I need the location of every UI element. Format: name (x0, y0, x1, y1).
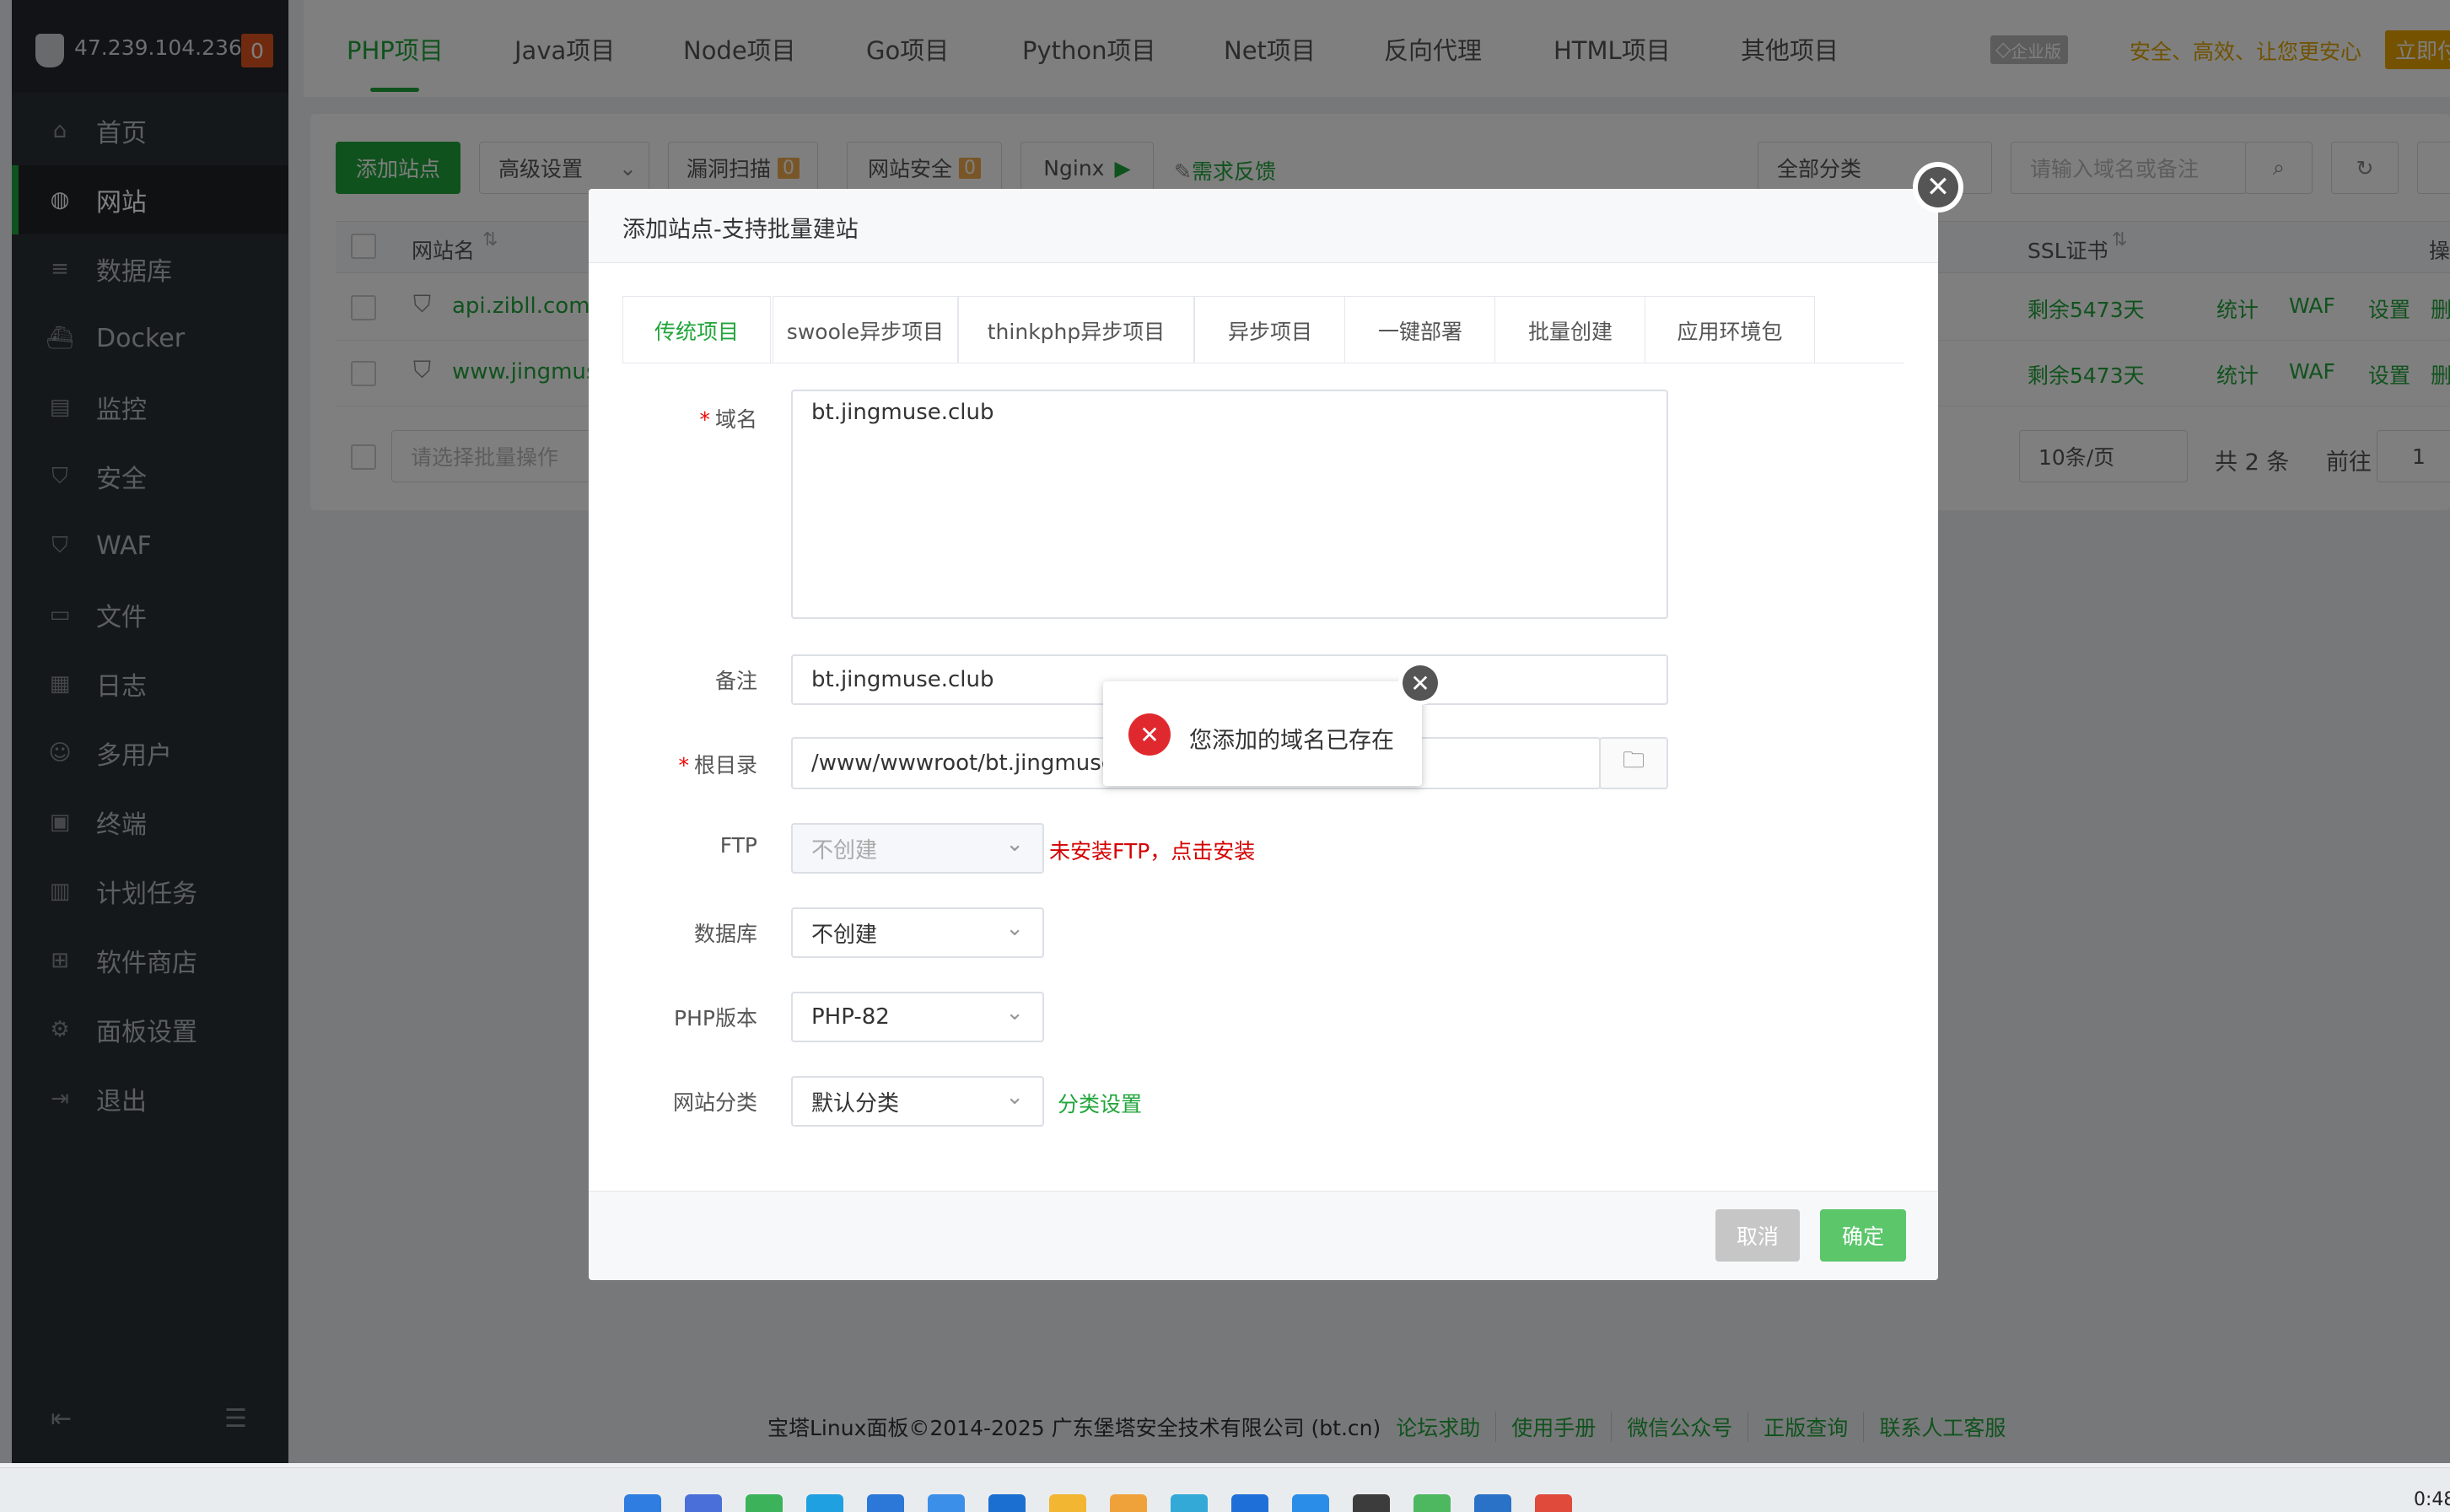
taskbar-app-icon[interactable] (624, 1494, 661, 1512)
close-icon: ✕ (1918, 167, 1958, 207)
root-dir-label: * 根目录 (678, 753, 757, 778)
dialog-tab-3[interactable]: 异步项目 (1194, 296, 1346, 363)
dialog-tab-2[interactable]: thinkphp异步项目 (958, 296, 1194, 363)
taskbar-app-icon[interactable] (1413, 1494, 1451, 1512)
os-taskbar (0, 1467, 2450, 1512)
database-select[interactable]: 不创建 (791, 907, 1044, 958)
taskbar-app-icon[interactable] (1231, 1494, 1268, 1512)
dialog-tab-0[interactable]: 传统项目 (622, 296, 771, 363)
taskbar-app-icon[interactable] (1292, 1494, 1329, 1512)
browse-folder-button[interactable]: 🗀 (1599, 737, 1668, 789)
php-version-label: PHP版本 (674, 1006, 757, 1030)
taskbar-app-icon[interactable] (928, 1494, 965, 1512)
toast-message: 您添加的域名已存在 (1189, 728, 1394, 754)
install-ftp-link[interactable]: 未安装FTP，点击安装 (1049, 835, 1255, 865)
close-icon: ✕ (1403, 665, 1438, 701)
category-select[interactable]: 默认分类 (791, 1076, 1044, 1127)
category-settings-link[interactable]: 分类设置 (1058, 1088, 1142, 1118)
dialog-tab-6[interactable]: 应用环境包 (1645, 296, 1815, 363)
system-clock: 0:48 (2414, 1489, 2450, 1510)
database-label: 数据库 (693, 922, 757, 946)
php-version-select[interactable]: PHP-82 (791, 992, 1044, 1042)
taskbar-app-icon[interactable] (1049, 1494, 1086, 1512)
taskbar-app-icon[interactable] (1474, 1494, 1511, 1512)
taskbar-app-icon[interactable] (1535, 1494, 1572, 1512)
note-label: 备注 (714, 669, 757, 693)
ftp-label: FTP (719, 833, 757, 858)
confirm-button[interactable]: 确定 (1820, 1209, 1906, 1262)
error-icon: ✕ (1128, 713, 1171, 756)
ftp-select[interactable]: 不创建 (791, 823, 1044, 874)
folder-icon: 🗀 (1622, 748, 1645, 773)
close-dialog-button[interactable]: ✕ (1913, 162, 1963, 213)
domain-textarea[interactable]: bt.jingmuse.club (791, 390, 1668, 619)
taskbar-app-icon[interactable] (746, 1494, 783, 1512)
dialog-title: 添加站点-支持批量建站 (622, 217, 859, 243)
taskbar-app-icon[interactable] (685, 1494, 722, 1512)
cancel-button[interactable]: 取消 (1715, 1209, 1800, 1262)
dialog-tab-5[interactable]: 批量创建 (1494, 296, 1646, 363)
taskbar-app-icon[interactable] (1171, 1494, 1208, 1512)
dialog-tab-4[interactable]: 一键部署 (1344, 296, 1496, 363)
taskbar-app-icon[interactable] (806, 1494, 843, 1512)
error-toast: ✕ 您添加的域名已存在 (1103, 681, 1422, 786)
taskbar-app-icon[interactable] (1353, 1494, 1390, 1512)
taskbar-app-icon[interactable] (1110, 1494, 1147, 1512)
category-label: 网站分类 (672, 1090, 757, 1115)
taskbar-app-icon[interactable] (988, 1494, 1026, 1512)
domain-label: * 域名 (699, 407, 757, 432)
dialog-tab-1[interactable]: swoole异步项目 (773, 296, 958, 363)
close-toast-button[interactable]: ✕ (1398, 661, 1442, 705)
taskbar-app-icon[interactable] (867, 1494, 904, 1512)
